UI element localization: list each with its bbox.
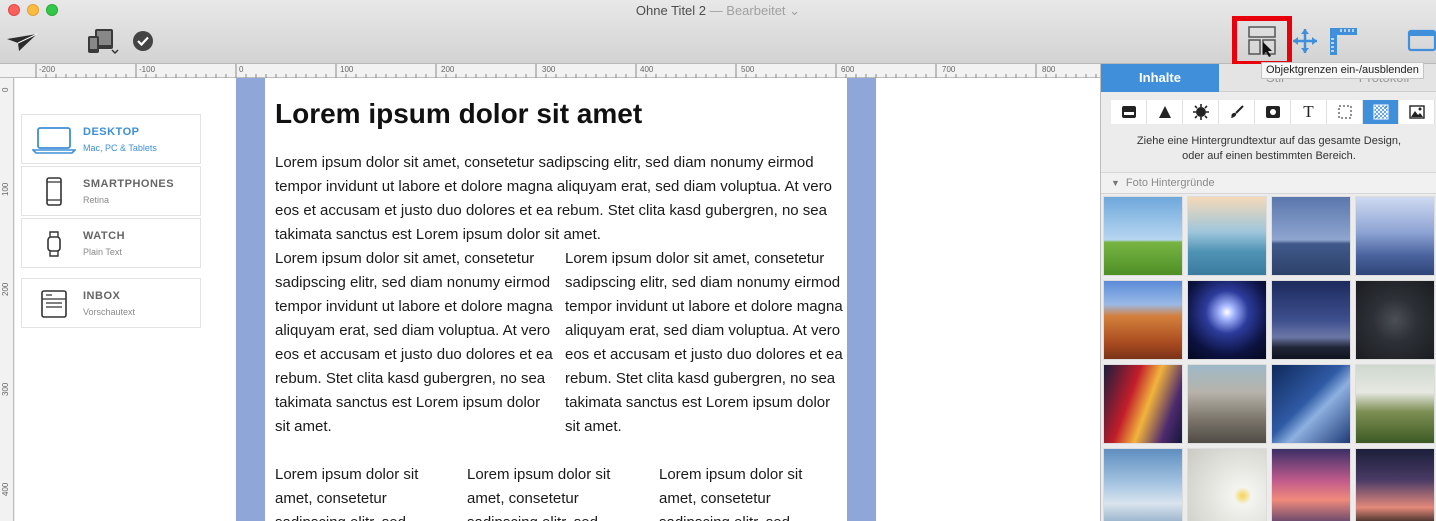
background-thumbnail[interactable] <box>1103 448 1183 521</box>
window-title: Ohne Titel 2 — Bearbeitet ⌄ <box>0 3 1436 19</box>
ruler-label: 0 <box>239 65 244 74</box>
title-separator: — <box>709 3 723 18</box>
text-column-2[interactable]: Lorem ipsum dolor sit amet, consetetur s… <box>467 463 647 521</box>
background-thumbnail[interactable] <box>1271 448 1351 521</box>
ruler-label: 300 <box>1 382 10 396</box>
ruler-label: 400 <box>1 482 10 496</box>
text-column-1[interactable]: Lorem ipsum dolor sit amet, consetetur s… <box>275 463 455 521</box>
move-arrows-icon[interactable] <box>1290 26 1320 56</box>
background-thumbnail[interactable] <box>1187 364 1267 444</box>
image-icon[interactable] <box>1399 100 1435 124</box>
selection-icon[interactable] <box>1327 100 1363 124</box>
brush-icon[interactable] <box>1219 100 1255 124</box>
background-thumbnail[interactable] <box>1187 196 1267 276</box>
ruler-label: 400 <box>640 65 654 74</box>
section-title: Foto Hintergründe <box>1125 177 1215 189</box>
badge-icon[interactable] <box>1183 100 1219 124</box>
ruler-label: -100 <box>139 65 156 74</box>
section-header[interactable]: ▼ Foto Hintergründe <box>1101 172 1436 194</box>
device-desktop[interactable]: DESKTOP Mac, PC & Tablets <box>21 114 201 164</box>
background-thumbnail[interactable] <box>1271 280 1351 360</box>
texture-icon[interactable] <box>1363 100 1399 124</box>
device-smartphones[interactable]: SMARTPHONES Retina <box>21 166 201 216</box>
background-thumbnail[interactable] <box>1103 280 1183 360</box>
inbox-icon <box>32 289 76 319</box>
ruler-label: 600 <box>841 65 855 74</box>
text-block-full[interactable]: Lorem ipsum dolor sit amet, consetetur s… <box>275 151 835 247</box>
ruler-label: 500 <box>741 65 755 74</box>
background-thumbnail[interactable] <box>1103 364 1183 444</box>
photo-background-grid <box>1103 196 1436 521</box>
ruler-label: 800 <box>1042 65 1056 74</box>
watch-icon <box>32 229 76 259</box>
background-thumbnail[interactable] <box>1355 196 1435 276</box>
device-title: WATCH <box>83 230 126 242</box>
device-list: DESKTOP Mac, PC & Tablets SMARTPHONES Re… <box>21 114 201 330</box>
device-title: INBOX <box>83 290 121 302</box>
object-bounds-toggle-button[interactable] <box>1232 16 1292 66</box>
device-watch[interactable]: WATCH Plain Text <box>21 218 201 268</box>
design-canvas[interactable]: DESKTOP Mac, PC & Tablets SMARTPHONES Re… <box>15 78 1100 521</box>
background-thumbnail[interactable] <box>1103 196 1183 276</box>
text-column-right[interactable]: Lorem ipsum dolor sit amet, consetetur s… <box>565 247 843 439</box>
video-icon[interactable] <box>1255 100 1291 124</box>
ruler-label: 200 <box>441 65 455 74</box>
device-title: DESKTOP <box>83 126 140 138</box>
ruler-label: 100 <box>340 65 354 74</box>
email-page[interactable]: Lorem ipsum dolor sit amet Lorem ipsum d… <box>265 78 847 521</box>
box-icon[interactable] <box>1111 100 1147 124</box>
disclosure-triangle-icon[interactable]: ▼ <box>1111 173 1120 193</box>
devices-preview-icon[interactable] <box>84 26 120 56</box>
ruler-label: 100 <box>1 182 10 196</box>
device-title: SMARTPHONES <box>83 178 175 190</box>
smartphone-icon <box>32 177 76 207</box>
panel-hint: Ziehe eine Hintergrundtextur auf das ges… <box>1101 134 1436 164</box>
background-thumbnail[interactable] <box>1355 280 1435 360</box>
background-thumbnail[interactable] <box>1355 364 1435 444</box>
text-column-3[interactable]: Lorem ipsum dolor sit amet, consetetur s… <box>659 463 839 521</box>
send-plane-icon[interactable] <box>4 30 40 54</box>
background-thumbnail[interactable] <box>1187 280 1267 360</box>
page-frame: Lorem ipsum dolor sit amet Lorem ipsum d… <box>236 78 876 521</box>
vertical-ruler[interactable]: 0 100 200 300 400 <box>0 78 14 521</box>
document-state[interactable]: Bearbeitet <box>726 3 785 18</box>
ruler-label: 700 <box>942 65 956 74</box>
hint-line: Ziehe eine Hintergrundtextur auf das ges… <box>1136 135 1402 147</box>
chevron-down-icon[interactable]: ⌄ <box>789 3 800 18</box>
device-subtitle: Vorschautext <box>83 307 136 317</box>
device-subtitle: Plain Text <box>83 247 122 257</box>
title-bar: Ohne Titel 2 — Bearbeitet ⌄ <box>0 0 1436 66</box>
document-name: Ohne Titel 2 <box>635 3 707 18</box>
device-subtitle: Mac, PC & Tablets <box>83 143 157 153</box>
content-type-toolbar: T <box>1111 100 1436 124</box>
background-thumbnail[interactable] <box>1355 448 1435 521</box>
text-column-left[interactable]: Lorem ipsum dolor sit amet, consetetur s… <box>275 247 553 439</box>
ruler-label: -200 <box>39 65 56 74</box>
tab-inhalte[interactable]: Inhalte <box>1101 64 1219 92</box>
ruler-icon[interactable] <box>1326 24 1360 58</box>
background-thumbnail[interactable] <box>1271 196 1351 276</box>
triangle-icon[interactable] <box>1147 100 1183 124</box>
device-subtitle: Retina <box>83 195 110 205</box>
hint-line: oder auf einen bestimmten Bereich. <box>1182 150 1356 162</box>
ruler-label: 300 <box>542 65 556 74</box>
tooltip: Objektgrenzen ein-/ausblenden <box>1261 62 1424 79</box>
object-bounds-icon <box>1248 26 1276 57</box>
background-thumbnail[interactable] <box>1271 364 1351 444</box>
text-icon[interactable]: T <box>1291 100 1327 124</box>
page-heading[interactable]: Lorem ipsum dolor sit amet <box>275 98 642 130</box>
ruler-label: 0 <box>1 87 10 92</box>
ruler-label: 200 <box>1 282 10 296</box>
horizontal-ruler[interactable]: -200 -100 0 100 200 300 400 500 600 700 … <box>0 64 1100 78</box>
background-thumbnail[interactable] <box>1187 448 1267 521</box>
laptop-icon <box>32 125 76 155</box>
check-circle-icon[interactable] <box>130 28 156 54</box>
device-inbox[interactable]: INBOX Vorschautext <box>21 278 201 328</box>
app-window: Ohne Titel 2 — Bearbeitet ⌄ Objektgrenze… <box>0 0 1436 521</box>
inspector-panel: Inhalte Stil Protokoll T Ziehe eine Hint… <box>1100 64 1436 521</box>
sidebar-toggle-icon[interactable] <box>1406 26 1436 54</box>
